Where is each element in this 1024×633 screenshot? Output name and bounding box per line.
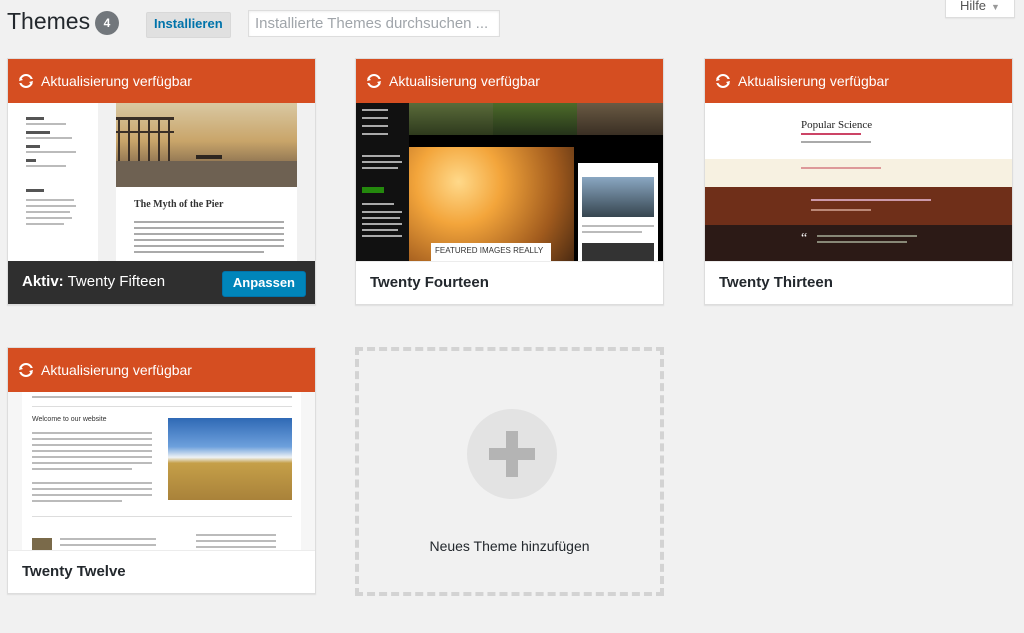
theme-name-bar: Aktiv: Twenty Fifteen Anpassen (8, 261, 315, 304)
theme-name-bar: Twenty Fourteen (356, 261, 663, 304)
theme-card-twenty-fourteen[interactable]: Aktualisierung verfügbar FEATURED IMAGES… (355, 58, 664, 305)
plus-icon (467, 409, 557, 499)
theme-screenshot[interactable]: FEATURED IMAGES REALLY (356, 103, 663, 263)
theme-name: Twenty Fourteen (370, 274, 489, 291)
update-notice-text: Aktualisierung verfügbar (41, 73, 192, 89)
preview: FEATURED IMAGES REALLY (356, 103, 663, 263)
help-label: Hilfe (960, 0, 987, 13)
help-button[interactable]: Hilfe ▼ (945, 0, 1015, 18)
theme-card-twenty-thirteen[interactable]: Aktualisierung verfügbar Popular Science… (704, 58, 1013, 305)
preview-sidebar (8, 103, 99, 263)
theme-name: Aktiv: Twenty Fifteen (22, 273, 165, 290)
theme-name-bar: Twenty Thirteen (705, 261, 1012, 304)
preview-caption: FEATURED IMAGES REALLY (431, 243, 551, 263)
preview-heading: Welcome to our website (32, 416, 107, 423)
theme-name-bar: Twenty Twelve (8, 550, 315, 593)
update-notice-text: Aktualisierung verfügbar (41, 362, 192, 378)
update-notice-text: Aktualisierung verfügbar (738, 73, 889, 89)
page-title: Themes (7, 8, 91, 34)
customize-button[interactable]: Anpassen (221, 271, 306, 297)
preview-main: The Myth of the Pier (98, 103, 315, 263)
theme-screenshot[interactable]: The Myth of the Pier (8, 103, 315, 263)
theme-card-twenty-fifteen[interactable]: Aktualisierung verfügbar The Myth of the… (7, 58, 316, 305)
update-notice[interactable]: Aktualisierung verfügbar (8, 59, 315, 103)
update-icon (19, 363, 33, 377)
post-card: The Myth of the Pier (116, 187, 297, 263)
update-icon (716, 74, 730, 88)
search-input[interactable] (248, 10, 500, 37)
update-notice[interactable]: Aktualisierung verfügbar (705, 59, 1012, 103)
preview-video-panel (578, 163, 658, 263)
theme-card-twenty-twelve[interactable]: Aktualisierung verfügbar Welcome to our … (7, 347, 316, 594)
theme-name-text: Twenty Fifteen (67, 273, 166, 290)
update-notice[interactable]: Aktualisierung verfügbar (356, 59, 663, 103)
add-new-theme-label: Neues Theme hinzufügen (429, 538, 590, 554)
theme-count-badge: 4 (95, 11, 119, 35)
pier-image (116, 103, 297, 187)
preview-post-title: The Myth of the Pier (134, 199, 224, 210)
preview: Welcome to our website (8, 392, 315, 552)
update-notice-text: Aktualisierung verfügbar (389, 73, 540, 89)
preview-title: Popular Science (801, 119, 873, 131)
update-notice[interactable]: Aktualisierung verfügbar (8, 348, 315, 392)
theme-name: Twenty Twelve (22, 563, 126, 580)
caret-down-icon: ▼ (991, 2, 1000, 12)
theme-screenshot[interactable]: Welcome to our website (8, 392, 315, 552)
install-button[interactable]: Installieren (146, 12, 231, 38)
theme-name: Twenty Thirteen (719, 274, 833, 291)
update-icon (19, 74, 33, 88)
landscape-image (168, 418, 292, 500)
theme-screenshot[interactable]: Popular Science “ (705, 103, 1012, 263)
active-prefix: Aktiv: (22, 273, 64, 290)
page-header: Themes 4 Installieren Hilfe ▼ (0, 0, 1024, 50)
update-icon (367, 74, 381, 88)
add-new-theme-card[interactable]: Neues Theme hinzufügen (355, 347, 664, 596)
preview: Popular Science “ (705, 103, 1012, 263)
